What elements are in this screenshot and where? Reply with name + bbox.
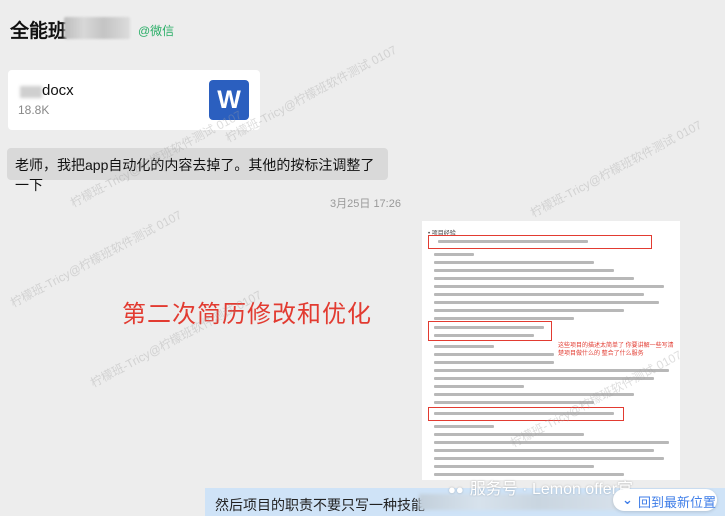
image-message[interactable]: 第二次简历修改和优化 • 项目经验 这些项目的描述太简单了 你要讲解一些写清楚项… bbox=[0, 218, 680, 488]
file-size: 18.8K bbox=[18, 103, 50, 117]
file-name: docx bbox=[42, 82, 74, 99]
message-timestamp: 3月25日 17:26 bbox=[330, 198, 401, 210]
file-message[interactable]: docx 18.8K W bbox=[8, 70, 260, 130]
annotation-box bbox=[428, 321, 552, 341]
back-to-latest-button[interactable]: ⌄ 回到最新位置 bbox=[613, 489, 717, 511]
service-account-watermark: ●● 服务号 · Lemon offer官 bbox=[448, 481, 634, 498]
text-message-content: 老师，我把app自动化的内容去掉了。其他的按标注调整了一下 bbox=[15, 157, 375, 193]
redacted-file-name bbox=[20, 86, 42, 98]
double-chevron-down-icon: ⌄ bbox=[622, 492, 633, 507]
image-overlay-title: 第二次简历修改和优化 bbox=[122, 301, 372, 328]
text-message[interactable]: 老师，我把app自动化的内容去掉了。其他的按标注调整了一下 bbox=[7, 148, 388, 193]
word-document-icon: W bbox=[209, 80, 249, 120]
image-left-panel: 第二次简历修改和优化 bbox=[0, 218, 422, 480]
redacted-title-segment bbox=[64, 17, 130, 39]
wechat-icon: ●● bbox=[448, 482, 464, 497]
chat-header: 全能班- @微信 bbox=[0, 0, 725, 60]
back-to-latest-label: 回到最新位置 bbox=[638, 495, 717, 510]
wechat-tag: @微信 bbox=[138, 24, 175, 38]
resume-document-preview: • 项目经验 这些项目的描述太简单了 你要讲解一些写清楚项目做什么的 整合了什么… bbox=[422, 221, 680, 480]
draft-message-text: 然后项目的职责不要只写一种技能 bbox=[215, 497, 425, 513]
annotation-note: 这些项目的描述太简单了 你要讲解一些写清楚项目做什么的 整合了什么服务 bbox=[558, 343, 674, 357]
